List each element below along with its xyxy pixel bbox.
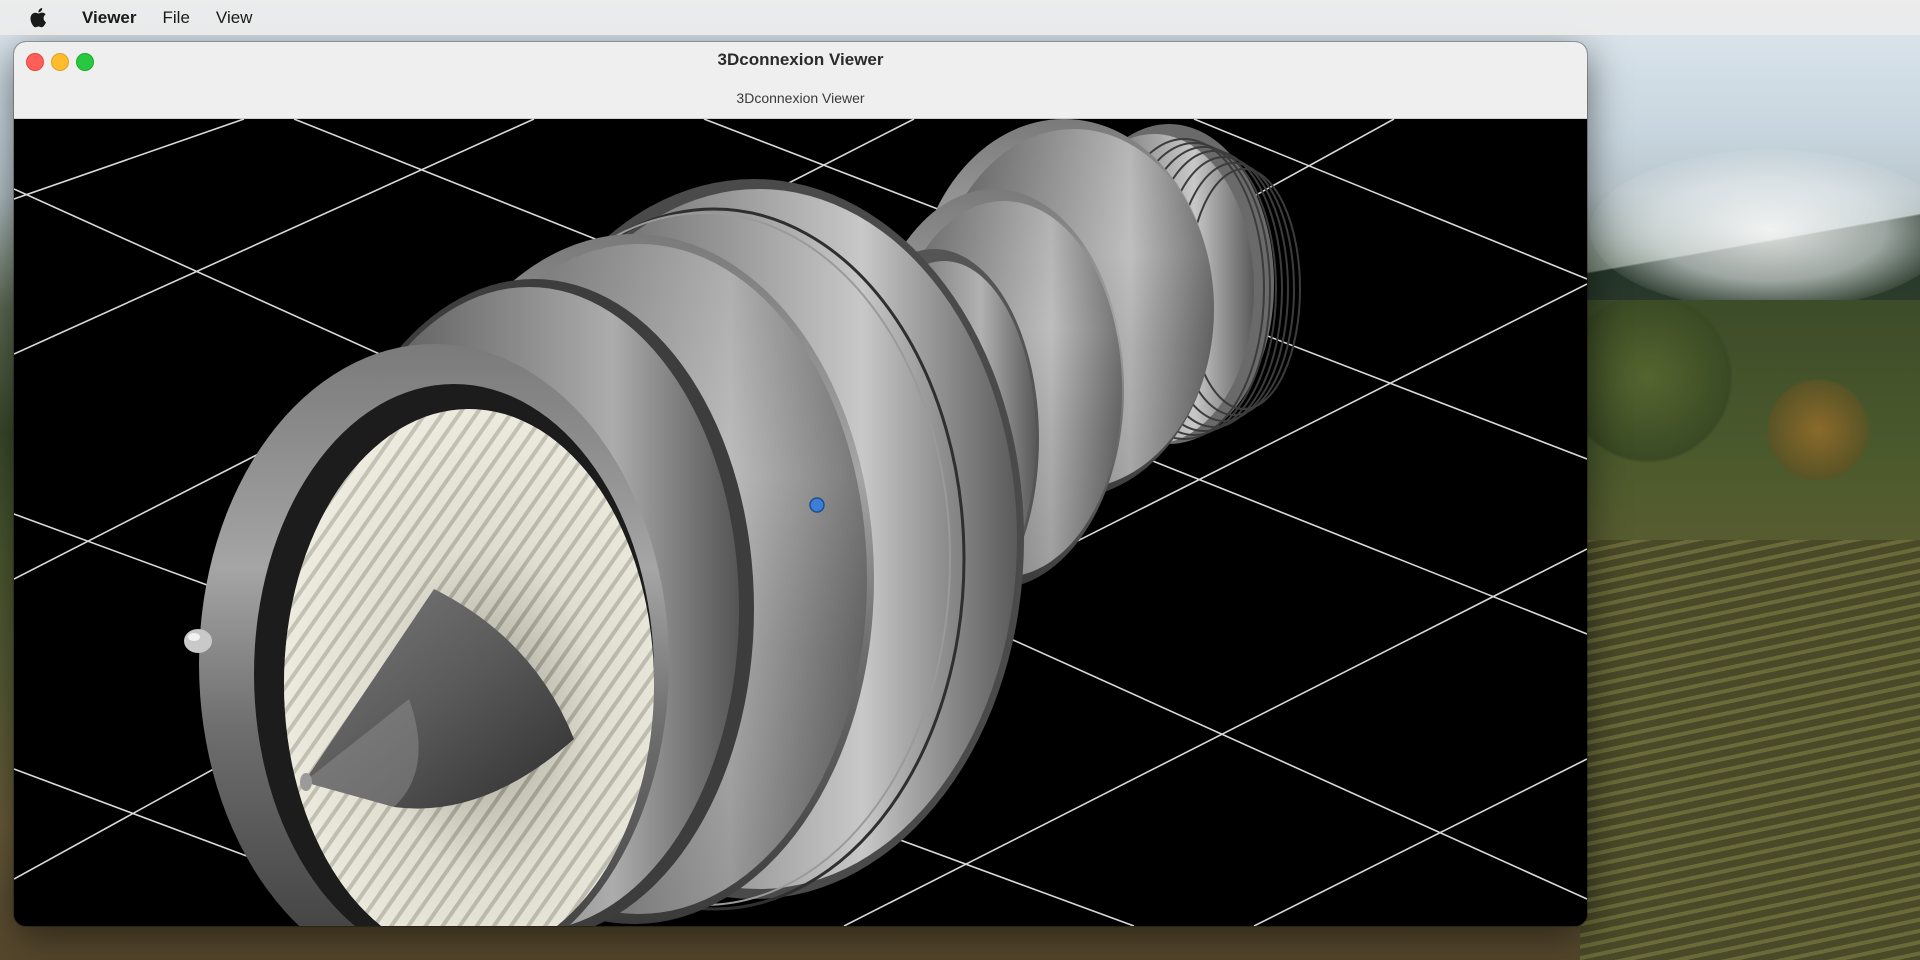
scene-canvas[interactable] xyxy=(14,119,1587,926)
wallpaper-forest xyxy=(1580,300,1920,560)
menu-bar: Viewer File View xyxy=(0,0,1920,35)
menu-view[interactable]: View xyxy=(216,8,253,28)
rotation-pivot-icon[interactable] xyxy=(809,497,825,513)
apple-icon[interactable] xyxy=(28,7,48,29)
window-titlebar[interactable]: 3Dconnexion Viewer 3Dconnexion Viewer xyxy=(14,42,1587,119)
window-title: 3Dconnexion Viewer xyxy=(717,50,884,69)
menu-app-name[interactable]: Viewer xyxy=(82,8,137,28)
wallpaper-vineyard xyxy=(1580,540,1920,960)
window-subtitle: 3Dconnexion Viewer xyxy=(736,90,865,106)
menu-file[interactable]: File xyxy=(163,8,190,28)
engine-mount-knob xyxy=(184,629,212,653)
viewer-window: 3Dconnexion Viewer 3Dconnexion Viewer xyxy=(14,42,1587,926)
3d-viewport[interactable] xyxy=(14,119,1587,926)
